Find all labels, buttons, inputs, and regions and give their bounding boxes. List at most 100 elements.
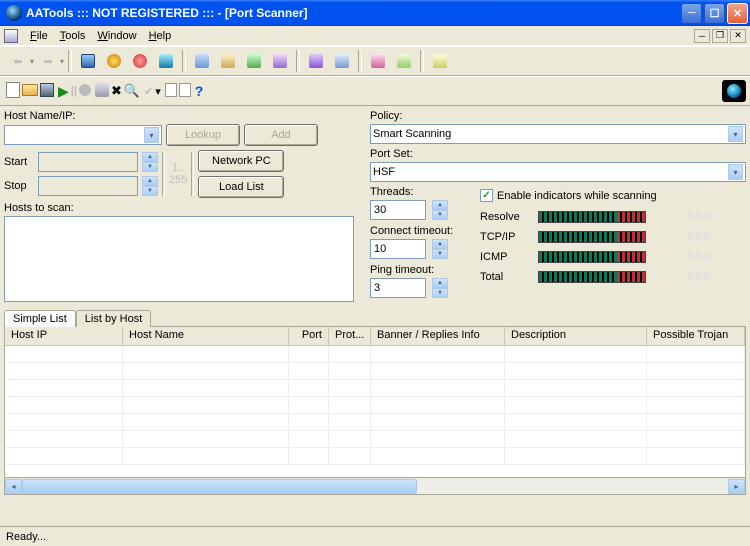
tool-icon-10[interactable] [330, 50, 354, 72]
scroll-left-icon[interactable]: ◂ [5, 479, 22, 494]
total-meter [538, 271, 646, 283]
load-list-button[interactable]: Load List [198, 176, 284, 198]
back-button[interactable]: ⬅ [6, 50, 30, 72]
tool-icon-4[interactable] [154, 50, 178, 72]
threads-spinner[interactable]: ▲▼ [432, 200, 448, 220]
portset-label: Port Set: [370, 148, 746, 160]
menu-file[interactable]: File [24, 29, 54, 43]
search-icon[interactable]: 🔍 [124, 83, 140, 99]
doc-icon-1[interactable] [165, 83, 177, 100]
hosts-to-scan-label: Hosts to scan: [4, 202, 364, 214]
col-host-name[interactable]: Host Name [123, 327, 289, 346]
nav-toolbar: ⬅ ▾ ➡ ▾ [0, 46, 750, 76]
app-icon [6, 5, 22, 21]
window-title: AATools ::: NOT REGISTERED ::: - [Port S… [26, 6, 681, 20]
tool-icon-8[interactable] [268, 50, 292, 72]
hostname-label: Host Name/IP: [4, 110, 364, 122]
hostname-combo[interactable]: ▾ [4, 125, 162, 145]
col-protocol[interactable]: Prot... [329, 327, 371, 346]
brush-dropdown-icon[interactable]: ▾ [155, 85, 161, 98]
pause-icon[interactable]: || [71, 85, 77, 97]
add-button[interactable]: Add [244, 124, 318, 146]
connect-timeout-input[interactable]: 10 [370, 239, 426, 259]
col-port[interactable]: Port [289, 327, 329, 346]
mdi-minimize[interactable]: ─ [694, 29, 710, 43]
close-button[interactable]: ✕ [727, 3, 748, 24]
resolve-meter [538, 211, 646, 223]
config-icon-1[interactable] [95, 83, 109, 100]
mdi-icon [4, 29, 18, 43]
col-host-ip[interactable]: Host IP [5, 327, 123, 346]
stop-icon[interactable] [79, 84, 91, 99]
title-bar: AATools ::: NOT REGISTERED ::: - [Port S… [0, 0, 750, 26]
enable-indicators-checkbox[interactable]: ✓Enable indicators while scanning [480, 189, 746, 202]
resolve-label: Resolve [480, 211, 532, 223]
forward-dropdown-icon[interactable]: ▾ [60, 57, 64, 66]
tab-list-by-host[interactable]: List by Host [76, 310, 151, 327]
horizontal-scrollbar[interactable]: ◂ ▸ [4, 478, 746, 495]
threads-input[interactable]: 30 [370, 200, 426, 220]
stop-label: Stop [4, 180, 34, 192]
doc-icon-2[interactable] [179, 83, 191, 100]
help-icon[interactable]: ? [195, 83, 204, 99]
policy-label: Policy: [370, 110, 746, 122]
tool-icon-3[interactable] [128, 50, 152, 72]
grid-header: Host IP Host Name Port Prot... Banner / … [5, 327, 745, 346]
tool-icon-13[interactable] [428, 50, 452, 72]
stop-input[interactable] [38, 176, 138, 196]
open-icon[interactable] [22, 84, 38, 99]
chevron-down-icon: ▾ [144, 127, 159, 143]
forward-button[interactable]: ➡ [36, 50, 60, 72]
tools-icon[interactable]: ✖ [111, 83, 122, 99]
threads-label: Threads: [370, 186, 470, 198]
tab-simple-list[interactable]: Simple List [4, 310, 76, 327]
col-trojan[interactable]: Possible Trojan [647, 327, 745, 346]
mdi-restore[interactable]: ❐ [712, 29, 728, 43]
icmp-counter: 880 [687, 250, 746, 264]
menu-tools[interactable]: Tools [54, 29, 92, 43]
scroll-thumb[interactable] [22, 479, 417, 494]
policy-select[interactable]: Smart Scanning▾ [370, 124, 746, 144]
new-icon[interactable] [6, 82, 20, 101]
start-input[interactable] [38, 152, 138, 172]
menu-help[interactable]: Help [143, 29, 178, 43]
ct-spinner[interactable]: ▲▼ [432, 239, 448, 259]
col-description[interactable]: Description [505, 327, 647, 346]
save-icon[interactable] [40, 83, 54, 100]
total-counter: 880 [687, 270, 746, 284]
play-icon[interactable]: ▶ [58, 83, 69, 100]
tool-icon-12[interactable] [392, 50, 416, 72]
tool-icon-1[interactable] [76, 50, 100, 72]
col-banner[interactable]: Banner / Replies Info [371, 327, 505, 346]
grid-body[interactable] [5, 346, 745, 477]
menu-window[interactable]: Window [91, 29, 142, 43]
portset-select[interactable]: HSF▾ [370, 162, 746, 182]
result-tabs: Simple List List by Host [0, 309, 750, 326]
tool-icon-7[interactable] [242, 50, 266, 72]
resolve-counter: 880 [687, 210, 746, 224]
mdi-close[interactable]: ✕ [730, 29, 746, 43]
start-spinner[interactable]: ▲▼ [142, 152, 158, 172]
hosts-to-scan-textarea[interactable] [4, 216, 354, 302]
ping-timeout-input[interactable]: 3 [370, 278, 426, 298]
scan-input-panel: Host Name/IP: ▾ Lookup Add Start ▲▼ Stop… [4, 110, 364, 303]
back-dropdown-icon[interactable]: ▾ [30, 57, 34, 66]
icmp-label: ICMP [480, 251, 532, 263]
tool-icon-11[interactable] [366, 50, 390, 72]
tool-icon-5[interactable] [190, 50, 214, 72]
scan-options-panel: Policy: Smart Scanning▾ Port Set: HSF▾ T… [370, 110, 746, 303]
tool-icon-2[interactable] [102, 50, 126, 72]
network-pc-button[interactable]: Network PC [198, 150, 284, 172]
tool-icon-9[interactable] [304, 50, 328, 72]
maximize-button[interactable]: ☐ [704, 3, 725, 24]
lookup-button[interactable]: Lookup [166, 124, 240, 146]
menubar: File Tools Window Help ─ ❐ ✕ [0, 26, 750, 46]
total-label: Total [480, 271, 532, 283]
scroll-right-icon[interactable]: ▸ [728, 479, 745, 494]
brush-icon[interactable]: ✔ [144, 85, 153, 98]
pt-spinner[interactable]: ▲▼ [432, 278, 448, 298]
minimize-button[interactable]: ─ [681, 3, 702, 24]
tool-icon-6[interactable] [216, 50, 240, 72]
tcpip-meter [538, 231, 646, 243]
stop-spinner[interactable]: ▲▼ [142, 176, 158, 196]
